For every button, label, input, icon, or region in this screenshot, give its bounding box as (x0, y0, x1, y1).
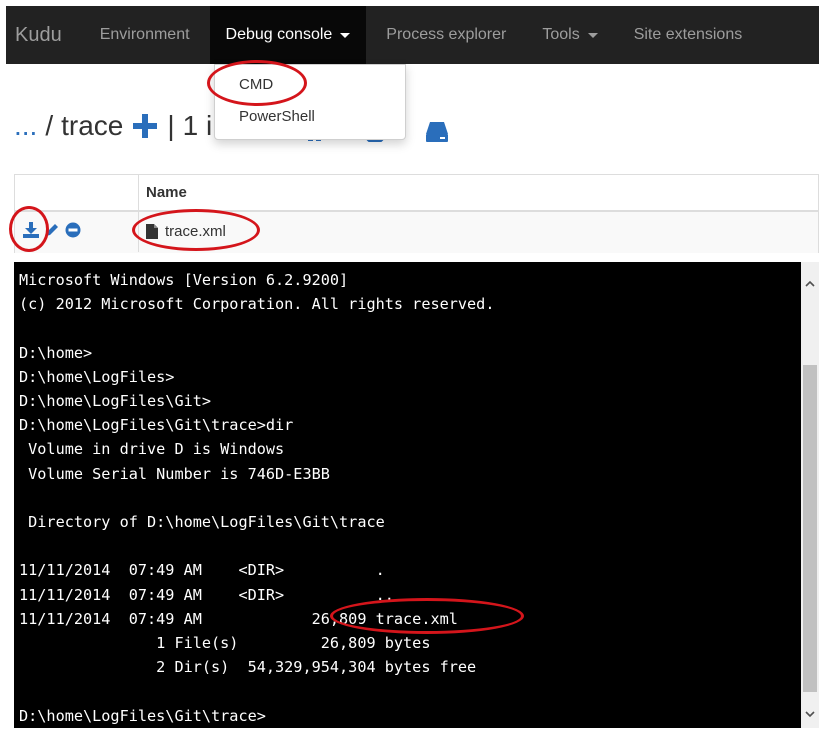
plus-icon[interactable] (133, 114, 158, 138)
file-icon (146, 224, 158, 239)
breadcrumb-divider: | (167, 110, 175, 141)
nav-label: Site extensions (633, 26, 743, 43)
caret-down-icon (340, 32, 351, 38)
console-line: 11/11/2014 07:49 AM <DIR> .. (19, 585, 394, 604)
file-name-link[interactable]: trace.xml (165, 223, 226, 240)
console-line: 11/11/2014 07:49 AM 26,809 trace.xml (19, 609, 458, 628)
console-line: 11/11/2014 07:49 AM <DIR> . (19, 561, 385, 580)
caret-down-icon (587, 32, 598, 38)
scroll-up-icon[interactable] (805, 279, 815, 289)
nav-debug-console[interactable]: Debug console (209, 6, 367, 64)
navbar: Kudu Environment Debug console Process e… (6, 6, 819, 64)
console-line: 2 Dir(s) 54,329,954,304 bytes free (19, 658, 477, 677)
item-count: 1 i (182, 110, 213, 141)
console-line: Volume Serial Number is 746D-E3BB (19, 464, 330, 483)
scroll-thumb[interactable] (803, 365, 817, 692)
table-row: trace.xml (15, 212, 818, 253)
nav-site-extensions[interactable]: Site extensions (618, 6, 759, 64)
nav-label: Environment (99, 26, 190, 43)
file-cell[interactable]: trace.xml (146, 223, 226, 240)
console-line: D:\home\LogFiles> (19, 367, 175, 386)
scroll-down-icon[interactable] (805, 709, 815, 719)
nav-label: Debug console (225, 26, 333, 43)
console-line: (c) 2012 Microsoft Corporation. All righ… (19, 295, 495, 314)
console-line: D:\home> (19, 343, 93, 362)
breadcrumb-parent-link[interactable]: ... (14, 110, 37, 142)
console-line: Volume in drive D is Windows (19, 440, 285, 459)
drive-icon[interactable] (424, 120, 450, 144)
console-line: 1 File(s) 26,809 bytes (19, 634, 431, 653)
console-line: Directory of D:\home\LogFiles\Git\trace (19, 513, 385, 532)
console-line: Microsoft Windows [Version 6.2.9200] (19, 271, 349, 289)
console-scrollbar[interactable] (801, 262, 819, 728)
console-line: D:\home\LogFiles\Git\trace>dir (19, 416, 294, 435)
nav-label: Process explorer (386, 26, 507, 43)
column-divider (138, 175, 139, 252)
debug-console-dropdown: CMD PowerShell (214, 64, 406, 140)
breadcrumb: ... / trace | 1 i (14, 110, 212, 142)
debug-console-terminal[interactable]: Microsoft Windows [Version 6.2.9200] (c) … (14, 262, 819, 728)
minus-circle-icon[interactable] (65, 222, 81, 238)
brand-logo[interactable]: Kudu (6, 24, 84, 47)
pencil-icon[interactable] (44, 222, 60, 238)
breadcrumb-current: trace (61, 110, 124, 141)
nav-process-explorer[interactable]: Process explorer (370, 6, 522, 64)
breadcrumb-separator: / (45, 110, 54, 141)
nav-tools[interactable]: Tools (526, 6, 613, 64)
menu-item-cmd[interactable]: CMD (239, 76, 273, 93)
file-table: Name trace.xml (14, 174, 819, 253)
table-header: Name (15, 175, 818, 212)
download-icon[interactable] (23, 222, 39, 238)
console-line: D:\home\LogFiles\Git\trace> (19, 706, 266, 725)
menu-item-powershell[interactable]: PowerShell (239, 108, 315, 125)
console-line: D:\home\LogFiles\Git> (19, 392, 212, 411)
row-actions (23, 222, 81, 238)
column-header-name[interactable]: Name (146, 184, 187, 201)
nav-label: Tools (542, 26, 580, 43)
nav-environment[interactable]: Environment (84, 6, 206, 64)
console-output[interactable]: Microsoft Windows [Version 6.2.9200] (c) … (19, 268, 494, 728)
